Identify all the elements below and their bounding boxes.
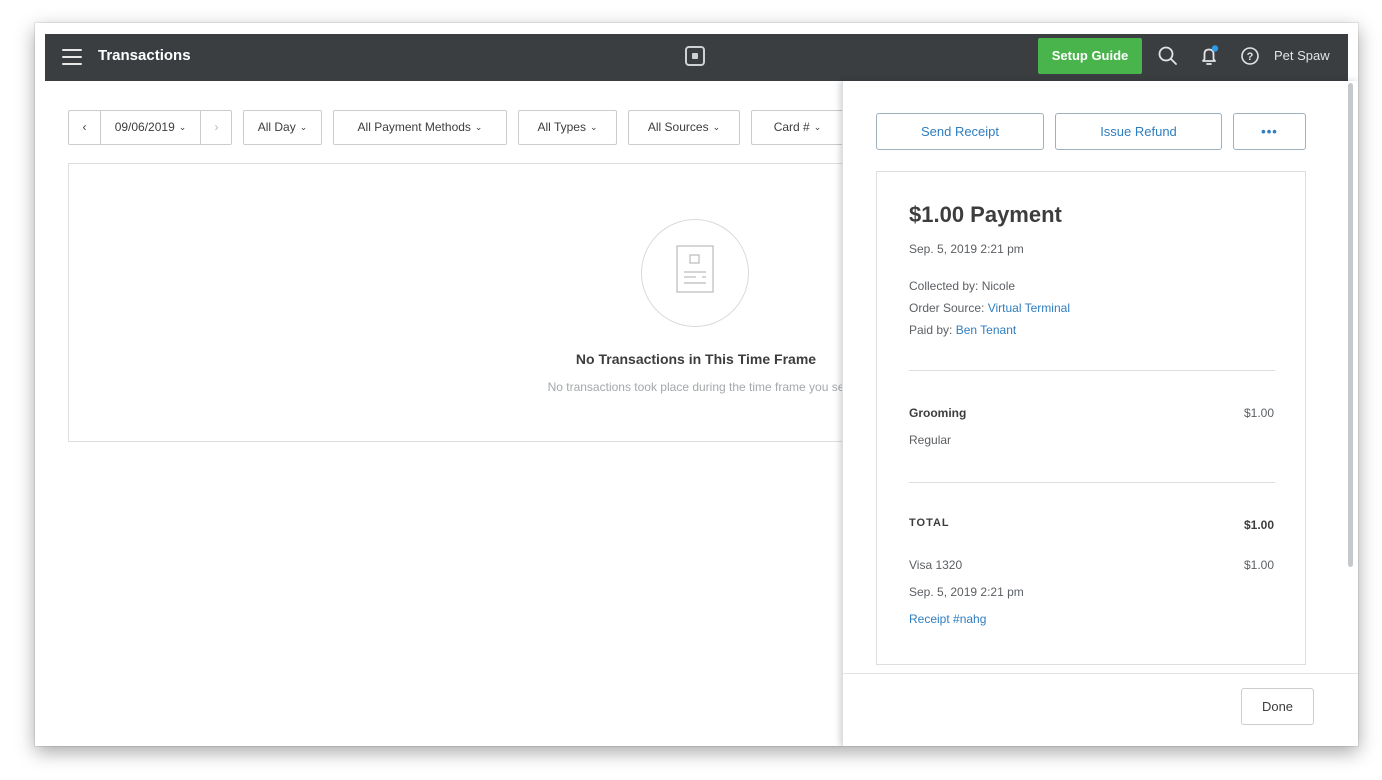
- account-name[interactable]: Pet Spaw: [1274, 48, 1330, 63]
- tender-datetime: Sep. 5, 2019 2:21 pm: [909, 585, 1024, 599]
- search-icon[interactable]: [1156, 44, 1180, 68]
- transactions-list-panel: No Transactions in This Time Frame No tr…: [68, 163, 868, 442]
- card-number-label: Card #: [773, 120, 810, 134]
- app-window: Transactions Setup Guide ? Pet Spaw ‹ 09…: [35, 23, 1358, 746]
- order-source-link[interactable]: Virtual Terminal: [988, 301, 1070, 315]
- sources-label: All Sources: [647, 120, 709, 134]
- item-price: $1.00: [1243, 406, 1274, 420]
- chevron-down-icon: ⌄: [589, 122, 598, 132]
- card-number-filter[interactable]: Card # ⌄: [751, 110, 843, 145]
- paid-by-row: Paid by: Ben Tenant: [909, 323, 1016, 337]
- item-variant: Regular: [909, 433, 952, 447]
- drawer-scrollbar[interactable]: [1348, 83, 1353, 567]
- done-button[interactable]: Done: [1241, 688, 1314, 725]
- paid-by-label: Paid by:: [909, 323, 953, 337]
- top-navigation-bar: Transactions Setup Guide ? Pet Spaw: [45, 34, 1348, 81]
- tender-amount: $1.00: [1243, 558, 1274, 572]
- total-label: TOTAL: [909, 517, 950, 529]
- payment-methods-label: All Payment Methods: [357, 120, 471, 134]
- chevron-down-icon: ⌄: [813, 122, 822, 132]
- collected-by-label: Collected by:: [909, 279, 979, 293]
- notification-dot: [1211, 45, 1219, 52]
- menu-icon[interactable]: [62, 49, 82, 65]
- date-select[interactable]: 09/06/2019 ⌄: [101, 111, 200, 144]
- more-options-button[interactable]: •••: [1233, 113, 1306, 150]
- chevron-down-icon: ⌄: [178, 122, 187, 132]
- sources-filter[interactable]: All Sources ⌄: [628, 110, 740, 145]
- receipt-number-link[interactable]: Receipt #nahg: [909, 612, 986, 626]
- drawer-footer-divider: [843, 673, 1358, 674]
- svg-text:?: ?: [1247, 51, 1254, 63]
- collected-by-row: Collected by: Nicole: [909, 279, 1015, 293]
- chevron-down-icon: ⌄: [474, 122, 483, 132]
- help-icon[interactable]: ?: [1238, 44, 1262, 68]
- chevron-down-icon: ⌄: [299, 122, 308, 132]
- payment-datetime: Sep. 5, 2019 2:21 pm: [909, 242, 1024, 256]
- issue-refund-button[interactable]: Issue Refund: [1055, 113, 1222, 150]
- chevron-right-icon[interactable]: ›: [200, 111, 232, 144]
- send-receipt-button[interactable]: Send Receipt: [876, 113, 1044, 150]
- payment-methods-filter[interactable]: All Payment Methods ⌄: [333, 110, 507, 145]
- date-picker-group: ‹ 09/06/2019 ⌄ ›: [68, 110, 232, 145]
- collected-by-value: Nicole: [981, 279, 1016, 293]
- tender-card: Visa 1320: [909, 558, 963, 572]
- divider: [909, 370, 1275, 371]
- empty-receipt-illustration: [641, 219, 749, 327]
- setup-guide-button[interactable]: Setup Guide: [1038, 38, 1142, 74]
- transaction-detail-drawer: Send Receipt Issue Refund ••• $1.00 Paym…: [842, 81, 1358, 746]
- page-title: Transactions: [98, 47, 191, 64]
- chevron-down-icon: ⌄: [712, 122, 721, 132]
- divider: [909, 482, 1275, 483]
- date-value: 09/06/2019: [114, 120, 175, 134]
- customer-link[interactable]: Ben Tenant: [956, 323, 1017, 337]
- time-range-label: All Day: [257, 120, 296, 134]
- notification-bell-icon[interactable]: [1197, 44, 1221, 68]
- total-amount: $1.00: [1243, 518, 1274, 532]
- time-range-filter[interactable]: All Day ⌄: [243, 110, 322, 145]
- chevron-left-icon[interactable]: ‹: [69, 111, 101, 144]
- item-name: Grooming: [909, 406, 967, 420]
- order-source-row: Order Source: Virtual Terminal: [909, 301, 1070, 315]
- types-filter[interactable]: All Types ⌄: [518, 110, 617, 145]
- types-label: All Types: [537, 120, 586, 134]
- receipt-card: $1.00 Payment Sep. 5, 2019 2:21 pm Colle…: [876, 171, 1306, 665]
- payment-title: $1.00 Payment: [909, 202, 1062, 227]
- square-logo-icon[interactable]: [685, 46, 705, 66]
- order-source-label: Order Source:: [909, 301, 985, 315]
